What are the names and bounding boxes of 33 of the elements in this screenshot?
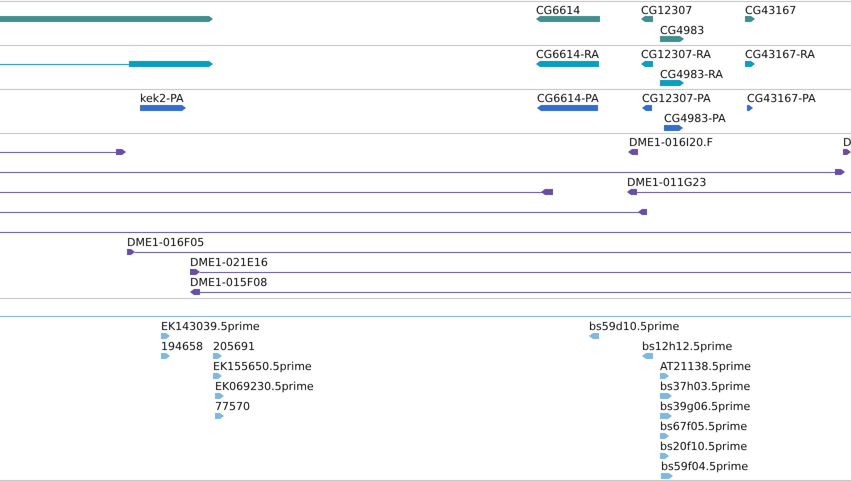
feature-label: CG43167-RA xyxy=(745,48,815,61)
feature-label: EK069230.5prime xyxy=(215,380,314,393)
feature-label: 194658 xyxy=(161,340,203,353)
feature-label: CG4983 xyxy=(660,24,704,37)
feature-label: bs39g06.5prime xyxy=(660,400,750,413)
feature-label: EK155650.5prime xyxy=(213,360,312,373)
feature-label: AT21138.5prime xyxy=(660,360,751,373)
feature-label: CG12307 xyxy=(641,4,692,17)
feature-label: bs12h12.5prime xyxy=(642,340,732,353)
feature-label: CG12307-PA xyxy=(642,92,711,105)
feature-label: 77570 xyxy=(215,400,250,413)
feature-label: CG43167 xyxy=(745,4,796,17)
feature-label: CG12307-RA xyxy=(641,48,711,61)
feature-label: DME1-016F05 xyxy=(127,236,204,249)
feature-label: DME1-011G23 xyxy=(627,176,706,189)
feature-label: DME1-015F08 xyxy=(190,276,268,289)
feature-label: CG6614-RA xyxy=(536,48,599,61)
feature-label: CG6614 xyxy=(536,4,580,17)
feature-label: EK143039.5prime xyxy=(161,320,260,333)
feature-label: DME1-016I20.F xyxy=(629,136,713,149)
feature-label: kek2-PA xyxy=(140,92,184,105)
feature-label: CG4983-RA xyxy=(660,68,723,81)
feature-label: CG43167-PA xyxy=(747,92,816,105)
feature-label: D xyxy=(843,136,851,149)
feature-label: CG6614-PA xyxy=(537,92,599,105)
feature-label: bs59f04.5prime xyxy=(661,460,748,473)
feature-label: bs59d10.5prime xyxy=(589,320,680,333)
feature-label: bs20f10.5prime xyxy=(660,440,748,453)
feature-label: CG4983-PA xyxy=(664,112,726,125)
feature-label: 205691 xyxy=(213,340,255,353)
feature-label: bs67f05.5prime xyxy=(660,420,748,433)
feature-label: DME1-021E16 xyxy=(190,256,268,269)
feature-label: bs37h03.5prime xyxy=(660,380,750,393)
